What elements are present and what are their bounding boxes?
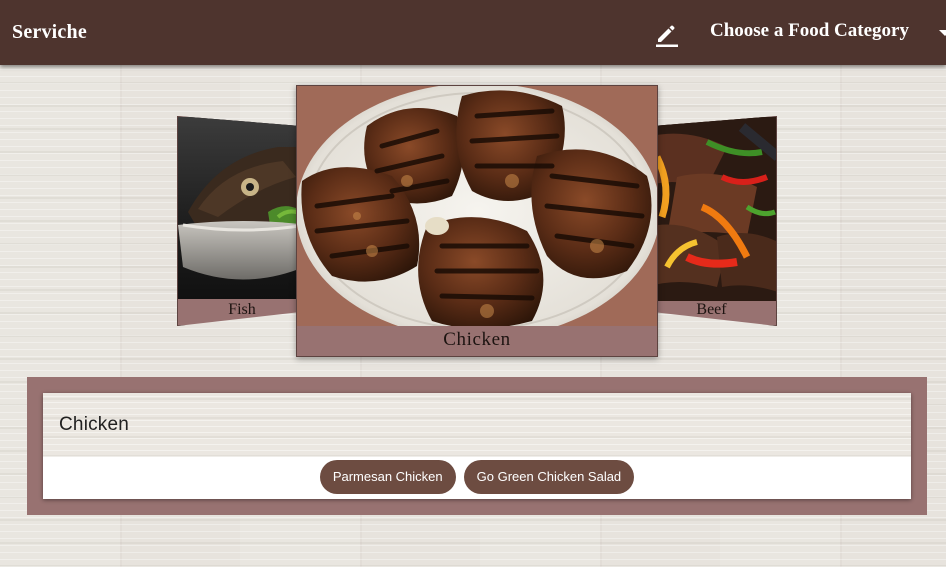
carousel-card-fish[interactable]: Fish xyxy=(177,116,307,326)
carousel-card-chicken[interactable]: Chicken xyxy=(296,85,658,357)
recipes-card-header: Chicken xyxy=(43,393,911,457)
food-category-select[interactable]: Choose a Food Category xyxy=(710,20,946,46)
app-header: Serviche Choose a Food Category xyxy=(0,0,946,65)
carousel-card-caption: Chicken xyxy=(443,329,511,350)
edit-button[interactable] xyxy=(650,18,682,50)
recipe-chip-list: Parmesan Chicken Go Green Chicken Salad xyxy=(43,460,911,494)
food-category-carousel: Fish Beef Chicken xyxy=(0,65,946,375)
recipes-card: Chicken Parmesan Chicken Go Green Chicke… xyxy=(43,393,911,499)
recipes-card-title: Chicken xyxy=(59,414,130,435)
beef-photo xyxy=(647,117,776,301)
recipe-chip-go-green-chicken-salad[interactable]: Go Green Chicken Salad xyxy=(463,460,635,494)
fish-photo xyxy=(178,117,306,299)
app-title[interactable]: Serviche xyxy=(12,21,87,44)
carousel-card-caption: Beef xyxy=(696,301,727,318)
recipe-chip-parmesan-chicken[interactable]: Parmesan Chicken xyxy=(319,460,456,494)
chicken-photo xyxy=(297,86,657,326)
recipes-panel: Chicken Parmesan Chicken Go Green Chicke… xyxy=(27,377,927,515)
carousel-card-caption: Fish xyxy=(228,301,256,318)
pencil-icon xyxy=(656,25,678,47)
caret-down-icon xyxy=(939,30,946,36)
food-category-select-label: Choose a Food Category xyxy=(710,20,909,41)
carousel-card-beef[interactable]: Beef xyxy=(646,116,777,326)
